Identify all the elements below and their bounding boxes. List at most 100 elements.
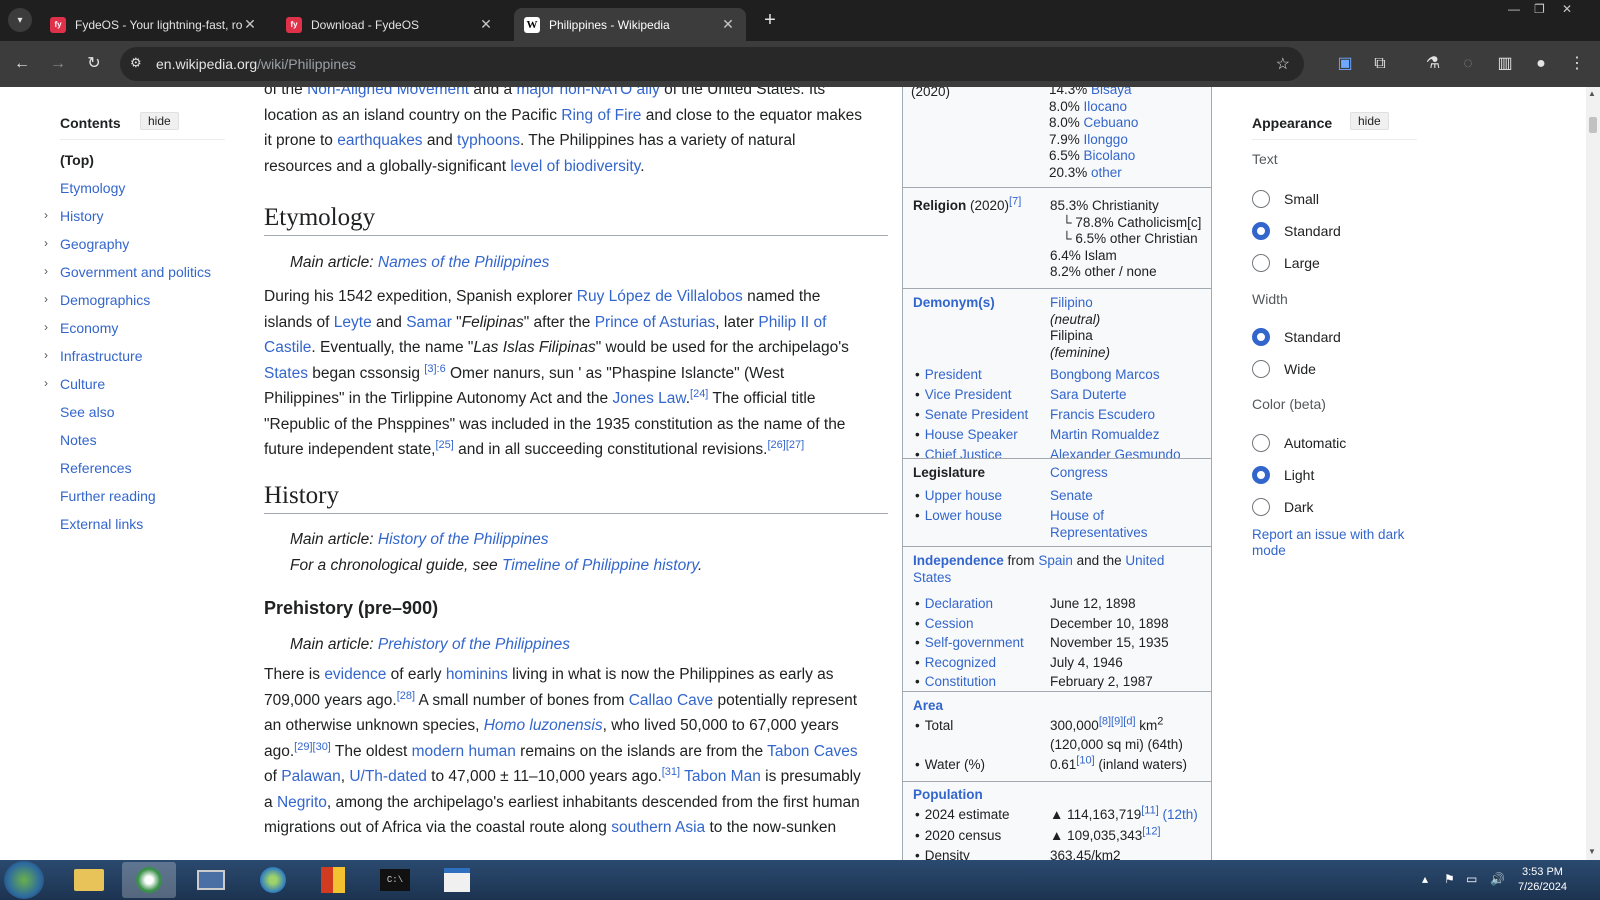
link-negrito[interactable]: Negrito	[277, 794, 327, 811]
religion-ref[interactable]: [7]	[1009, 196, 1021, 208]
chevron-right-icon[interactable]: ›	[44, 290, 48, 308]
volume-icon[interactable]: 🔊	[1490, 872, 1505, 886]
area-label[interactable]: Area	[913, 698, 943, 715]
toc-item[interactable]: Further reading	[60, 487, 211, 515]
pop-2024-rank[interactable]: (12th)	[1163, 807, 1198, 822]
toc-item[interactable]: Etymology	[60, 179, 211, 207]
independence-label[interactable]: Independence	[913, 553, 1004, 568]
radio-unselected-icon[interactable]	[1252, 360, 1270, 378]
url-text[interactable]: en.wikipedia.org/wiki/Philippines	[156, 56, 356, 72]
leader-name[interactable]: Alexander Gesmundo	[1050, 447, 1181, 464]
link-ring-of-fire[interactable]: Ring of Fire	[561, 107, 641, 124]
link-non-aligned-movement[interactable]: Non-Aligned Movement	[307, 87, 469, 98]
toc-item[interactable]: › Culture	[44, 375, 211, 403]
upper-house-value[interactable]: Senate	[1050, 488, 1093, 505]
chevron-right-icon[interactable]: ›	[44, 234, 48, 252]
minimize-icon[interactable]: —	[1508, 2, 1520, 16]
reload-icon[interactable]: ↻	[81, 51, 107, 77]
link-ruy-lopez-de-villalobos[interactable]: Ruy López de Villalobos	[577, 288, 743, 305]
new-tab-button[interactable]: +	[758, 8, 782, 32]
toc-item[interactable]: External links	[60, 515, 211, 543]
scrollbar-thumb[interactable]	[1589, 117, 1597, 133]
population-label[interactable]: Population	[913, 787, 983, 804]
independence-event[interactable]: Recognized	[915, 655, 996, 672]
toc-item[interactable]: (Top)	[60, 151, 211, 179]
legislature-value[interactable]: Congress	[1050, 465, 1108, 482]
tab-fydeos-download[interactable]: fy Download - FydeOS ✕	[276, 8, 504, 41]
ethnic-group-link[interactable]: Bicolano	[1084, 148, 1136, 163]
pop-2024-ref[interactable]: [11]	[1141, 805, 1159, 817]
browser-taskbar-icon[interactable]	[122, 862, 176, 898]
link-u-th-dated[interactable]: U/Th-dated	[349, 768, 427, 785]
radio-selected-icon[interactable]	[1252, 328, 1270, 346]
text-size-radio-small[interactable]: Small	[1252, 189, 1319, 209]
leader-name[interactable]: Bongbong Marcos	[1050, 367, 1160, 384]
width-radio-standard[interactable]: Standard	[1252, 327, 1341, 347]
side-panel-icon[interactable]: ▥	[1492, 51, 1518, 77]
leader-role[interactable]: President	[915, 367, 982, 384]
demonym-filipino[interactable]: Filipino	[1050, 295, 1110, 312]
ethnic-group-link[interactable]: Cebuano	[1084, 115, 1139, 130]
tab-fydeos-home[interactable]: fy FydeOS - Your lightning-fast, ro ✕	[40, 8, 268, 41]
page-scrollbar[interactable]: ▲ ▼	[1586, 87, 1600, 860]
toc-item[interactable]: Notes	[60, 431, 211, 459]
chevron-right-icon[interactable]: ›	[44, 346, 48, 364]
toc-item[interactable]: › Economy	[44, 319, 211, 347]
link-southern-asia[interactable]: southern Asia	[611, 819, 705, 836]
pop-2020-ref[interactable]: [12]	[1142, 826, 1160, 838]
link-tabon-caves[interactable]: Tabon Caves	[767, 743, 857, 760]
chevron-right-icon[interactable]: ›	[44, 262, 48, 280]
file-explorer-icon[interactable]	[62, 862, 116, 898]
radio-unselected-icon[interactable]	[1252, 434, 1270, 452]
leader-role[interactable]: House Speaker	[915, 427, 1018, 444]
toc-item[interactable]: › Infrastructure	[44, 347, 211, 375]
toc-item[interactable]: References	[60, 459, 211, 487]
link-homo-luzonensis[interactable]: Homo luzonensis	[484, 717, 603, 734]
chevron-right-icon[interactable]: ›	[44, 318, 48, 336]
lower-house-value[interactable]: House of Representatives	[1050, 508, 1200, 541]
color-radio-automatic[interactable]: Automatic	[1252, 433, 1346, 453]
upper-house-label[interactable]: Upper house	[915, 488, 1002, 505]
independence-event[interactable]: Self-government	[915, 635, 1024, 652]
appearance-hide-button[interactable]: hide	[1350, 112, 1389, 130]
independence-event[interactable]: Cession	[915, 616, 974, 633]
independence-event[interactable]: Declaration	[915, 596, 993, 613]
translate-extension-icon[interactable]: ▣	[1332, 51, 1358, 77]
toc-item[interactable]: › History	[44, 207, 211, 235]
ethnic-group-link[interactable]: Bisaya	[1091, 87, 1132, 97]
link-castile[interactable]: Castile	[264, 339, 311, 356]
office-app-icon[interactable]	[306, 862, 360, 898]
link-tabon-man[interactable]: Tabon Man	[684, 768, 761, 785]
leader-name[interactable]: Sara Duterte	[1050, 387, 1127, 404]
demonym-label[interactable]: Demonym(s)	[913, 295, 995, 312]
globe-app-icon[interactable]	[246, 862, 300, 898]
link-samar[interactable]: Samar	[406, 314, 452, 331]
document-app-icon[interactable]	[430, 862, 484, 898]
independence-event[interactable]: Constitution	[915, 674, 996, 691]
site-info-icon[interactable]: ⚙	[130, 55, 142, 71]
toc-item[interactable]: See also	[60, 403, 211, 431]
labs-flask-icon[interactable]: ⚗	[1420, 51, 1446, 77]
link-timeline-of-philippine-history[interactable]: Timeline of Philippine history	[502, 557, 698, 574]
chevron-right-icon[interactable]: ›	[44, 374, 48, 392]
radio-unselected-icon[interactable]	[1252, 498, 1270, 516]
restore-icon[interactable]: ❐	[1534, 2, 1545, 16]
close-tab-icon[interactable]: ✕	[478, 16, 494, 33]
toc-hide-button[interactable]: hide	[140, 112, 179, 130]
radio-selected-icon[interactable]	[1252, 466, 1270, 484]
leader-name[interactable]: Francis Escudero	[1050, 407, 1155, 424]
link-earthquakes[interactable]: earthquakes	[337, 132, 422, 149]
leader-role[interactable]: Chief Justice	[915, 447, 1002, 464]
network-icon[interactable]: ▭	[1466, 872, 1477, 886]
link-names-of-the-philippines[interactable]: Names of the Philippines	[378, 254, 549, 271]
link-level-of-biodiversity[interactable]: level of biodiversity	[510, 158, 640, 175]
link-major-non-nato-ally[interactable]: major non-NATO ally	[516, 87, 659, 98]
close-window-icon[interactable]: ✕	[1562, 2, 1572, 16]
terminal-icon[interactable]: C:\	[368, 862, 422, 898]
start-button[interactable]	[4, 861, 44, 899]
action-center-flag-icon[interactable]: ⚑	[1444, 872, 1455, 886]
link-leyte[interactable]: Leyte	[334, 314, 372, 331]
profile-avatar-icon[interactable]: ●	[1528, 51, 1554, 77]
address-bar[interactable]: ⚙ en.wikipedia.org/wiki/Philippines ☆	[120, 47, 1304, 81]
water-ref[interactable]: [10]	[1076, 755, 1094, 767]
